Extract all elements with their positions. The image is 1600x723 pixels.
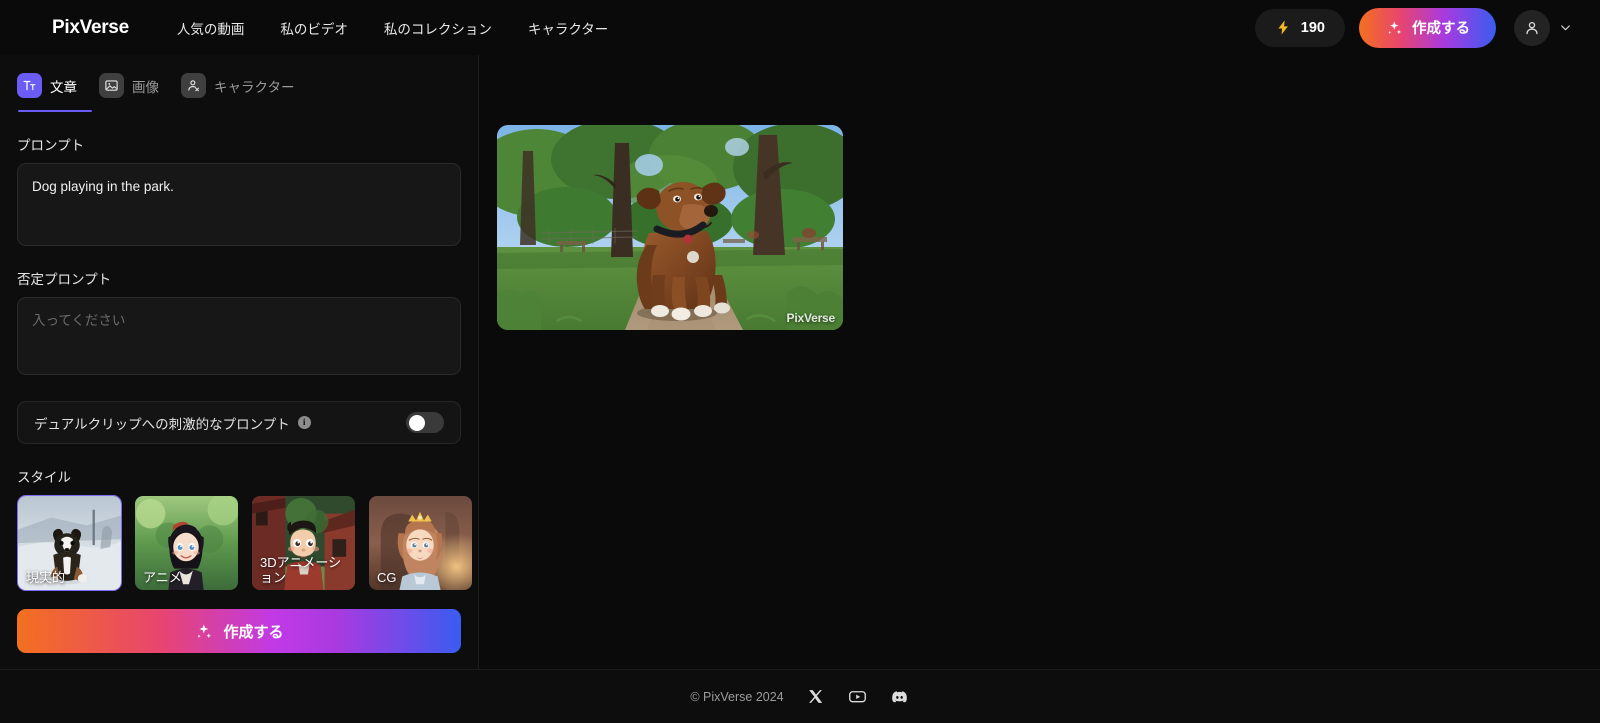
credits-balance-button[interactable]: 190 (1254, 8, 1345, 47)
dual-clip-toggle[interactable] (406, 412, 444, 433)
image-icon (99, 73, 124, 98)
style-option-3d-animation[interactable]: 3Dアニメーション (251, 495, 356, 591)
active-tab-indicator (18, 110, 92, 112)
result-watermark: PixVerse (786, 311, 836, 325)
nav-my-videos[interactable]: 私のビデオ (280, 18, 348, 38)
tab-image-label: 画像 (132, 79, 159, 95)
style-option-realistic[interactable]: 現実的 (17, 495, 122, 591)
results-gallery: PixVerse (479, 55, 1600, 669)
result-thumbnail (497, 125, 843, 330)
tab-character-label: キャラクター (214, 79, 295, 95)
user-avatar-icon[interactable] (1514, 9, 1550, 46)
style-name-anime: アニメ (143, 570, 182, 586)
negative-prompt-label: 否定プロンプト (17, 272, 112, 287)
tab-image[interactable]: 画像 (99, 67, 159, 112)
toggle-knob (408, 414, 425, 431)
dual-clip-label: デュアルクリップへの刺激的なプロンプト (34, 416, 290, 432)
sparkles-icon (1385, 19, 1403, 37)
sidebar-create-button-label: 作成する (223, 623, 284, 641)
nav-my-collection[interactable]: 私のコレクション (384, 18, 492, 38)
sparkles-icon (194, 622, 213, 641)
youtube-icon[interactable] (848, 687, 868, 707)
info-icon[interactable]: i (297, 416, 311, 429)
style-option-anime[interactable]: アニメ (134, 495, 239, 591)
character-icon (181, 73, 206, 98)
text-icon (17, 73, 42, 98)
credits-count: 190 (1300, 19, 1325, 36)
result-video-card[interactable]: PixVerse (497, 125, 843, 330)
tab-character[interactable]: キャラクター (181, 67, 294, 112)
nav-characters[interactable]: キャラクター (528, 18, 608, 38)
brand-logo[interactable]: PixVerse (52, 17, 129, 39)
mode-tab-bar: 文章 画像 キャラクター (17, 55, 461, 112)
main-body: 文章 画像 キャラクター プロンプト Dog playing in the pa… (0, 55, 1600, 669)
app-root: PixVerse 人気の動画 私のビデオ 私のコレクション キャラクター 190 (0, 0, 1600, 723)
generation-sidebar: 文章 画像 キャラクター プロンプト Dog playing in the pa… (0, 55, 479, 669)
style-label: スタイル (17, 470, 71, 485)
tab-text[interactable]: 文章 (17, 67, 77, 112)
chevron-down-icon[interactable] (1554, 10, 1576, 46)
style-name-cg: CG (377, 570, 397, 586)
tab-text-label: 文章 (50, 79, 77, 95)
lightning-bolt-icon (1275, 19, 1292, 36)
prompt-input[interactable] (17, 163, 461, 246)
header-actions: 190 作成する (1254, 7, 1576, 48)
style-name-realistic: 現実的 (26, 570, 66, 586)
primary-navigation: 人気の動画 私のビデオ 私のコレクション キャラクター (177, 18, 608, 38)
copyright-text: © PixVerse 2024 (690, 689, 784, 704)
style-name-3d-animation: 3Dアニメーション (260, 555, 342, 586)
style-option-grid: 現実的 アニメ 3Dアニメーション CG (17, 495, 472, 591)
header-create-button[interactable]: 作成する (1359, 7, 1496, 48)
header-create-button-label: 作成する (1412, 21, 1470, 37)
top-header: PixVerse 人気の動画 私のビデオ 私のコレクション キャラクター 190 (0, 0, 1600, 55)
style-option-cg[interactable]: CG (368, 495, 473, 591)
prompt-label: プロンプト (17, 138, 85, 153)
account-menu-button[interactable] (1514, 9, 1576, 46)
dual-clip-setting-row: デュアルクリップへの刺激的なプロンプト i (17, 401, 461, 444)
x-twitter-icon[interactable] (806, 687, 826, 707)
page-footer: © PixVerse 2024 (0, 669, 1600, 723)
nav-popular-videos[interactable]: 人気の動画 (177, 18, 245, 38)
discord-icon[interactable] (890, 687, 910, 707)
sidebar-create-button[interactable]: 作成する (17, 609, 461, 653)
negative-prompt-input[interactable] (17, 297, 461, 375)
